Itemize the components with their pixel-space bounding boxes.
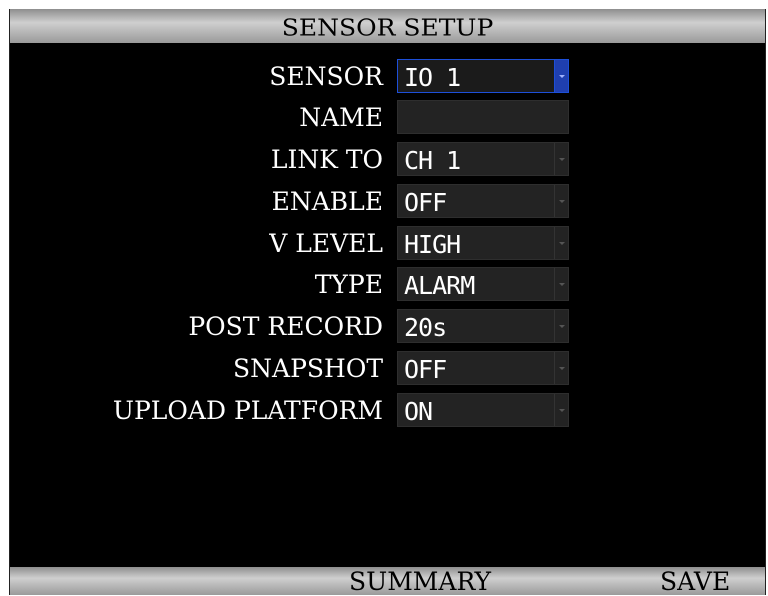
row-v-level: V LEVEL HIGH [10, 226, 765, 262]
page-title: SENSOR SETUP [281, 14, 494, 41]
post-record-label: POST RECORD [188, 312, 383, 341]
row-name: NAME [10, 100, 765, 136]
name-label: NAME [299, 103, 383, 132]
summary-button[interactable]: SUMMARY [349, 569, 491, 595]
chevron-down-icon[interactable] [554, 310, 568, 342]
chevron-down-icon[interactable] [554, 185, 568, 217]
upload-platform-label: UPLOAD PLATFORM [112, 396, 383, 425]
name-input[interactable] [397, 100, 569, 134]
row-link-to: LINK TO CH 1 [10, 142, 765, 178]
link-to-label: LINK TO [270, 145, 383, 174]
post-record-select[interactable]: 20s [397, 309, 569, 343]
sensor-select[interactable]: IO 1 [397, 59, 569, 93]
chevron-down-icon[interactable] [554, 227, 568, 259]
chevron-down-icon[interactable] [554, 60, 568, 92]
enable-select[interactable]: OFF [397, 184, 569, 218]
type-label: TYPE [314, 270, 383, 299]
row-snapshot: SNAPSHOT OFF [10, 351, 765, 387]
sensor-value: IO 1 [404, 63, 461, 92]
upload-platform-select[interactable]: ON [397, 393, 569, 427]
enable-label: ENABLE [271, 187, 383, 216]
snapshot-select[interactable]: OFF [397, 351, 569, 385]
snapshot-label: SNAPSHOT [233, 354, 383, 383]
v-level-value: HIGH [404, 230, 461, 259]
row-post-record: POST RECORD 20s [10, 309, 765, 345]
link-to-select[interactable]: CH 1 [397, 142, 569, 176]
chevron-down-icon[interactable] [554, 394, 568, 426]
type-value: ALARM [404, 271, 475, 300]
v-level-label: V LEVEL [269, 229, 383, 258]
link-to-value: CH 1 [404, 146, 461, 175]
row-sensor: SENSOR IO 1 [10, 59, 765, 95]
chevron-down-icon[interactable] [554, 352, 568, 384]
sensor-setup-screen: SENSOR SETUP SENSOR IO 1 NAME LINK TO CH… [9, 9, 766, 595]
row-enable: ENABLE OFF [10, 184, 765, 220]
save-button[interactable]: SAVE [660, 569, 730, 595]
chevron-down-icon[interactable] [554, 268, 568, 300]
post-record-value: 20s [404, 313, 447, 342]
title-bar: SENSOR SETUP [10, 9, 765, 43]
enable-value: OFF [404, 188, 447, 217]
chevron-down-icon[interactable] [554, 143, 568, 175]
sensor-label: SENSOR [269, 62, 383, 91]
bottom-bar: SUMMARY SAVE [10, 567, 765, 595]
row-type: TYPE ALARM [10, 267, 765, 303]
row-upload-platform: UPLOAD PLATFORM ON [10, 393, 765, 429]
snapshot-value: OFF [404, 355, 447, 384]
upload-platform-value: ON [404, 397, 433, 426]
v-level-select[interactable]: HIGH [397, 226, 569, 260]
type-select[interactable]: ALARM [397, 267, 569, 301]
